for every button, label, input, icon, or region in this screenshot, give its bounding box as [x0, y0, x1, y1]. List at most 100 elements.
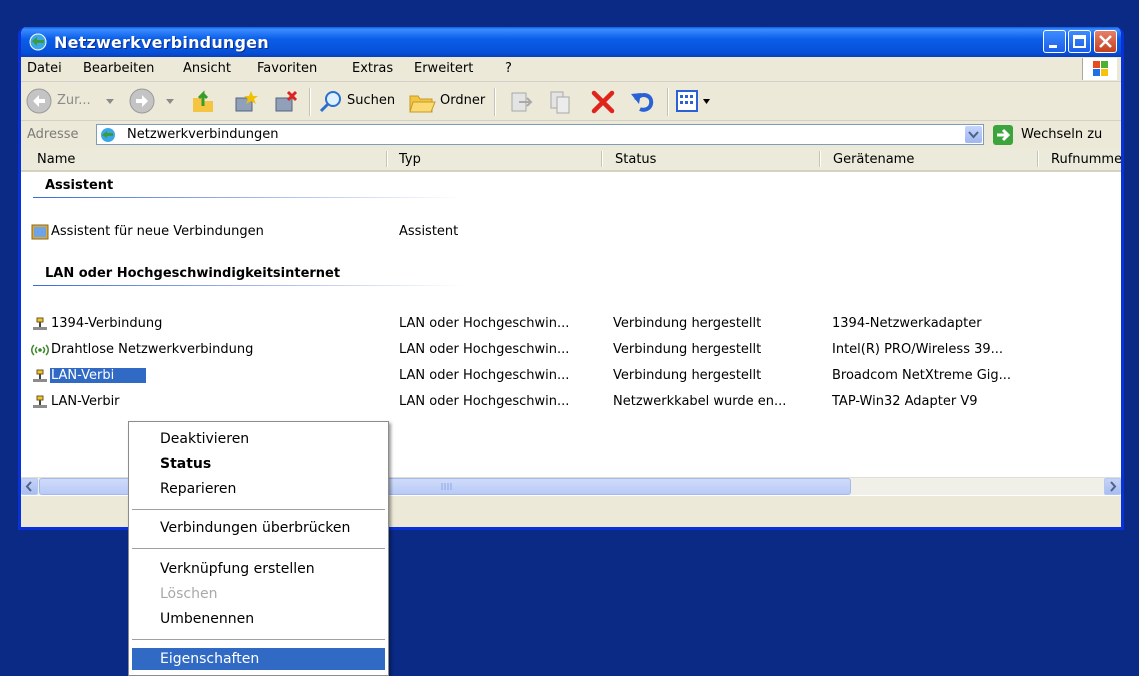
item-type: Assistent — [399, 224, 459, 239]
menu-item-status[interactable]: Status — [132, 453, 385, 475]
column-name[interactable]: Name — [37, 152, 75, 167]
views-icon[interactable] — [675, 88, 701, 114]
menu-separator — [132, 548, 385, 549]
go-button[interactable] — [993, 125, 1013, 145]
column-divider[interactable] — [819, 151, 821, 167]
address-bar: Adresse Netzwerkverbindungen Wechseln zu — [21, 121, 1121, 150]
views-dropdown-icon[interactable] — [703, 99, 710, 104]
column-phone-number[interactable]: Rufnumme — [1051, 152, 1121, 167]
go-label[interactable]: Wechseln zu — [1021, 127, 1102, 142]
toolbar-separator — [667, 88, 669, 116]
item-type: LAN oder Hochgeschwin... — [399, 368, 570, 383]
scroll-left-button[interactable] — [21, 478, 38, 495]
menu-item-create-shortcut[interactable]: Verknüpfung erstellen — [132, 558, 385, 580]
menu-ansicht[interactable]: Ansicht — [183, 61, 231, 76]
folder-up-icon[interactable] — [189, 88, 217, 116]
folders-label[interactable]: Ordner — [440, 93, 485, 108]
search-label[interactable]: Suchen — [347, 93, 395, 108]
menu-favoriten[interactable]: Favoriten — [257, 61, 317, 76]
chevron-right-icon — [1110, 481, 1117, 492]
list-item[interactable]: LAN-Verbir LAN oder Hochgeschwin... Netz… — [31, 392, 1121, 412]
item-device: 1394-Netzwerkadapter — [832, 316, 982, 331]
move-to-icon[interactable] — [507, 88, 535, 116]
minimize-icon — [1049, 45, 1057, 48]
menu-item-rename[interactable]: Umbenennen — [132, 608, 385, 630]
item-name: Assistent für neue Verbindungen — [51, 224, 264, 239]
delete-icon[interactable] — [589, 88, 617, 116]
list-item[interactable]: Assistent für neue Verbindungen Assisten… — [31, 222, 1121, 242]
search-icon[interactable] — [317, 88, 345, 116]
menu-datei[interactable]: Datei — [27, 61, 62, 76]
item-device: TAP-Win32 Adapter V9 — [832, 394, 978, 409]
column-divider[interactable] — [601, 151, 603, 167]
menu-item-label: Status — [160, 456, 212, 472]
menu-item-label: Eigenschaften — [160, 651, 260, 667]
toolbar-separator — [309, 88, 311, 116]
network-connections-icon — [101, 128, 115, 142]
menu-bearbeiten[interactable]: Bearbeiten — [83, 61, 154, 76]
column-header: Name Typ Status Gerätename Rufnumme — [21, 148, 1121, 172]
list-item[interactable]: 1394-Verbindung LAN oder Hochgeschwin...… — [31, 314, 1121, 334]
menu-item-deactivate[interactable]: Deaktivieren — [132, 428, 385, 450]
context-menu: Deaktivieren Status Reparieren Verbindun… — [128, 421, 389, 676]
close-button[interactable] — [1094, 30, 1117, 53]
list-item-selected[interactable]: LAN-Verbi LAN oder Hochgeschwin... Verbi… — [31, 366, 1121, 386]
menu-help[interactable]: ? — [505, 61, 512, 76]
menu-bar: Datei Bearbeiten Ansicht Favoriten Extra… — [21, 57, 1121, 82]
address-dropdown-button[interactable] — [965, 126, 982, 143]
address-field[interactable]: Netzwerkverbindungen — [96, 124, 984, 145]
column-type[interactable]: Typ — [399, 152, 421, 167]
back-label[interactable]: Zur... — [57, 93, 91, 108]
go-arrow-icon — [997, 128, 1011, 142]
window-title: Netzwerkverbindungen — [54, 33, 269, 52]
undo-icon[interactable] — [629, 88, 657, 116]
item-device: Broadcom NetXtreme Gig... — [832, 368, 1012, 383]
menu-item-repair[interactable]: Reparieren — [132, 478, 385, 500]
windows-logo-icon — [1082, 58, 1117, 80]
menu-item-label: Verknüpfung erstellen — [160, 561, 315, 577]
item-type: LAN oder Hochgeschwin... — [399, 316, 570, 331]
column-status[interactable]: Status — [615, 152, 656, 167]
item-type: LAN oder Hochgeschwin... — [399, 342, 570, 357]
back-arrow-icon — [26, 88, 52, 114]
menu-item-label: Deaktivieren — [160, 431, 250, 447]
copy-to-icon[interactable] — [547, 88, 575, 116]
column-divider[interactable] — [1037, 151, 1039, 167]
menu-item-properties[interactable]: Eigenschaften — [132, 648, 385, 670]
item-device: Intel(R) PRO/Wireless 39... — [832, 342, 1004, 357]
close-icon — [1099, 35, 1112, 48]
item-status: Netzwerkkabel wurde en... — [613, 394, 787, 409]
column-divider[interactable] — [386, 151, 388, 167]
menu-separator — [132, 639, 385, 640]
list-item[interactable]: Drahtlose Netzwerkverbindung LAN oder Ho… — [31, 340, 1121, 360]
minimize-button[interactable] — [1043, 30, 1066, 53]
folders-icon[interactable] — [407, 88, 437, 116]
menu-item-delete: Löschen — [132, 583, 385, 605]
column-device-name[interactable]: Gerätename — [833, 152, 914, 167]
menu-item-label: Verbindungen überbrücken — [160, 520, 351, 536]
group-header-assistent: Assistent — [45, 178, 114, 193]
group-divider — [33, 197, 463, 198]
chevron-left-icon — [25, 481, 32, 492]
disconnect-drive-icon[interactable] — [271, 88, 299, 116]
address-value: Netzwerkverbindungen — [127, 127, 279, 142]
item-status: Verbindung hergestellt — [613, 342, 762, 357]
back-dropdown-icon[interactable] — [106, 99, 114, 104]
title-bar[interactable]: Netzwerkverbindungen — [21, 27, 1121, 57]
address-label: Adresse — [27, 127, 79, 142]
group-divider — [33, 285, 463, 286]
back-button[interactable] — [25, 87, 53, 119]
toolbar-separator — [494, 88, 496, 116]
group-header-lan: LAN oder Hochgeschwindigkeitsinternet — [45, 266, 341, 281]
scroll-right-button[interactable] — [1104, 478, 1121, 495]
connect-drive-icon[interactable] — [231, 88, 259, 116]
item-status: Verbindung hergestellt — [613, 316, 762, 331]
forward-dropdown-icon[interactable] — [166, 99, 174, 104]
forward-button[interactable] — [128, 87, 156, 119]
maximize-button[interactable] — [1068, 30, 1091, 53]
menu-item-bridge-connections[interactable]: Verbindungen überbrücken — [132, 517, 385, 539]
menu-extras[interactable]: Extras — [352, 61, 393, 76]
item-name: Drahtlose Netzwerkverbindung — [51, 342, 254, 357]
item-name: LAN-Verbir — [51, 394, 120, 409]
menu-erweitert[interactable]: Erweitert — [414, 61, 473, 76]
